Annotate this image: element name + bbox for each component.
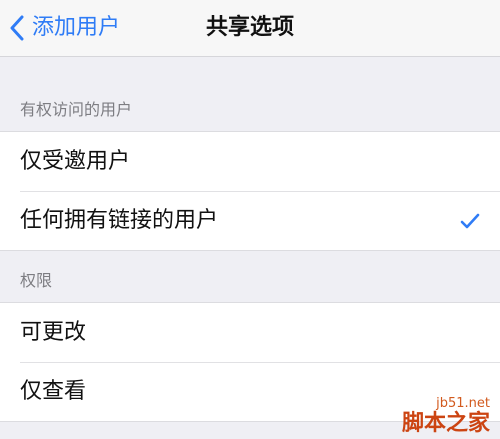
option-can-edit[interactable]: 可更改 — [0, 303, 500, 362]
access-options-group: 仅受邀用户 任何拥有链接的用户 — [0, 131, 500, 251]
site-watermark: jb51.net 脚本之家 — [402, 397, 490, 437]
option-label: 任何拥有链接的用户 — [20, 207, 219, 233]
section-header-permission: 权限 — [20, 271, 53, 290]
option-label: 仅查看 — [20, 378, 87, 404]
page-title: 共享选项 — [205, 15, 294, 40]
option-label: 仅受邀用户 — [20, 148, 131, 174]
section-header-access: 有权访问的用户 — [20, 100, 133, 119]
watermark-url: jb51.net — [436, 396, 490, 411]
option-invited-users[interactable]: 仅受邀用户 — [0, 132, 500, 191]
watermark-name: 脚本之家 — [401, 411, 490, 436]
checkmark-icon — [460, 213, 480, 228]
navigation-bar: 添加用户 共享选项 — [0, 0, 500, 57]
option-anyone-with-link[interactable]: 任何拥有链接的用户 — [0, 191, 500, 250]
option-label: 可更改 — [20, 319, 87, 345]
